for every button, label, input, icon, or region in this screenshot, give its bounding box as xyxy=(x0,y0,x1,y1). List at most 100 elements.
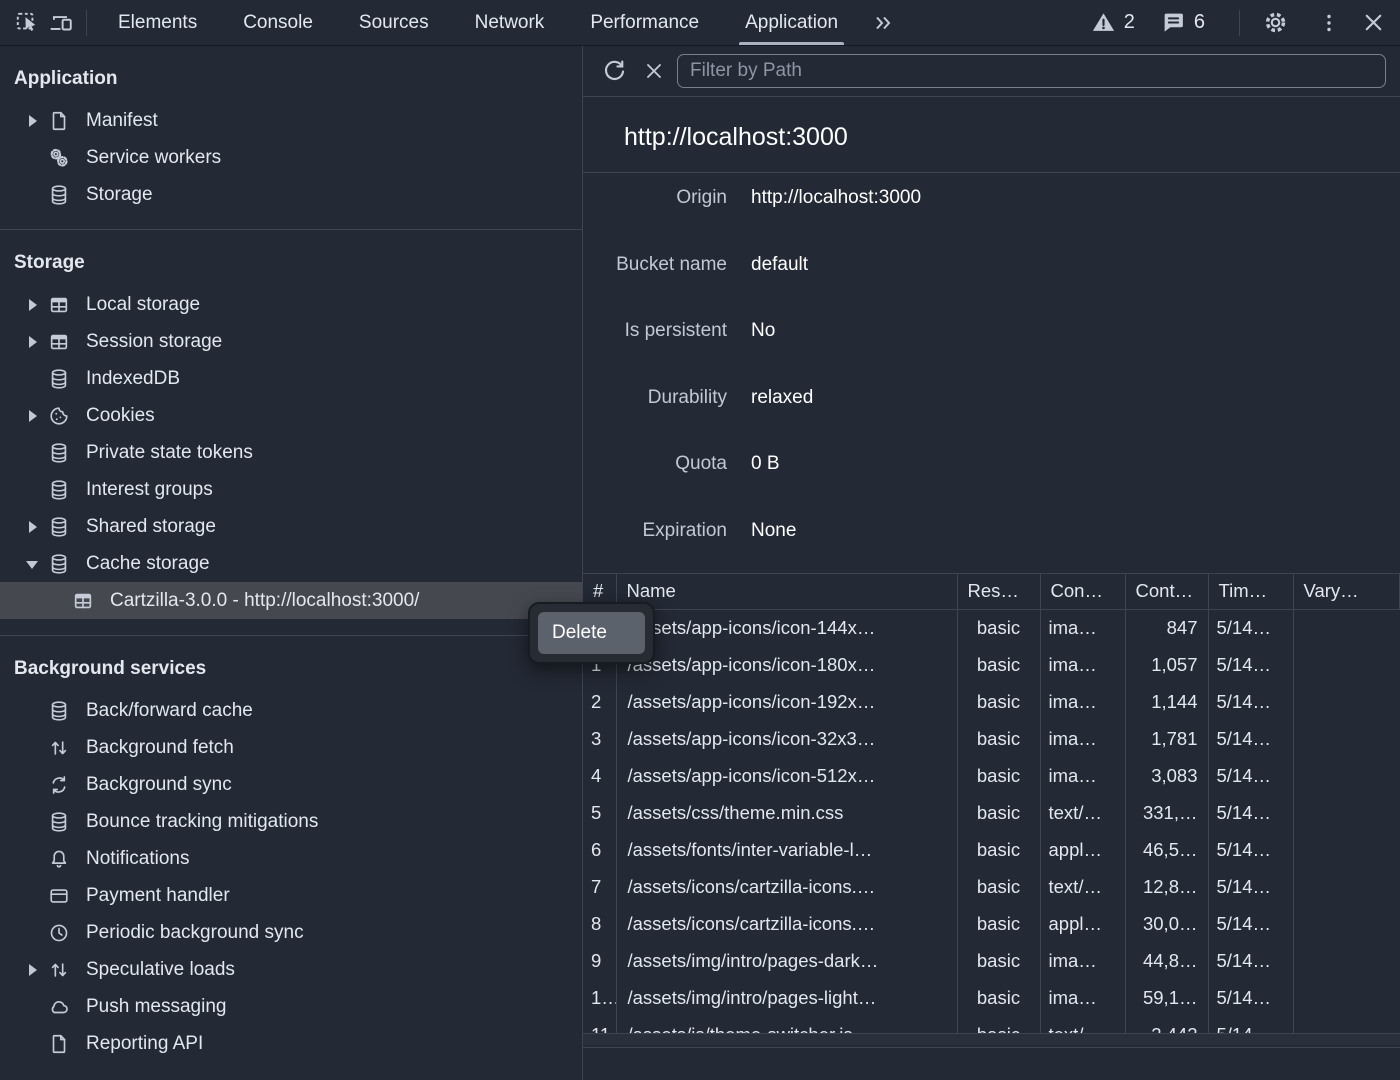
sidebar-item-periodic-background-sync[interactable]: Periodic background sync xyxy=(0,914,582,951)
cell-content-length: 331,… xyxy=(1125,794,1208,831)
disclosure-arrow[interactable] xyxy=(26,188,40,202)
sidebar-item-cache-storage[interactable]: Cache storage xyxy=(0,545,582,582)
inspect-cursor-icon xyxy=(14,10,40,36)
row-8[interactable]: 8 /assets/icons/cartzilla-icons.… basic … xyxy=(583,905,1399,942)
tab-network[interactable]: Network xyxy=(452,0,568,45)
disclosure-arrow[interactable] xyxy=(26,926,40,940)
col-name[interactable]: Name xyxy=(616,574,957,609)
col-res[interactable]: Res… xyxy=(957,574,1040,609)
tab-sources[interactable]: Sources xyxy=(336,0,452,45)
close-icon xyxy=(1361,10,1386,35)
row-5[interactable]: 5 /assets/css/theme.min.css basic text/…… xyxy=(583,794,1399,831)
sidebar-item-push-messaging[interactable]: Push messaging xyxy=(0,988,582,1025)
metadata-label: Durability xyxy=(583,387,727,440)
col-tim[interactable]: Tim… xyxy=(1208,574,1293,609)
sidebar-item-storage[interactable]: Storage xyxy=(0,176,582,213)
clear-filter-button[interactable] xyxy=(637,54,671,88)
sync-icon xyxy=(48,774,70,796)
cell-name: /assets/icons/cartzilla-icons.… xyxy=(616,905,957,942)
row-11[interactable]: 11 /assets/js/theme-switcher.js basic te… xyxy=(583,1016,1399,1033)
sidebar-item-shared-storage[interactable]: Shared storage xyxy=(0,508,582,545)
cell-response-type: basic xyxy=(957,757,1040,794)
horizontal-scrollbar[interactable] xyxy=(583,1033,1400,1045)
cell-time-cached: 5/14… xyxy=(1208,683,1293,720)
sidebar-item-interest-groups[interactable]: Interest groups xyxy=(0,471,582,508)
tab-application[interactable]: Application xyxy=(722,0,861,45)
database-icon xyxy=(48,516,70,538)
disclosure-arrow[interactable] xyxy=(26,778,40,792)
col-vary[interactable]: Vary… xyxy=(1293,574,1399,609)
disclosure-arrow[interactable] xyxy=(50,594,64,608)
row-2[interactable]: 2 /assets/app-icons/icon-192x… basic ima… xyxy=(583,683,1399,720)
sidebar-item-manifest[interactable]: Manifest xyxy=(0,102,582,139)
row-3[interactable]: 3 /assets/app-icons/icon-32x3… basic ima… xyxy=(583,720,1399,757)
context-menu-item-delete[interactable]: Delete xyxy=(538,612,645,654)
settings-button[interactable] xyxy=(1258,6,1292,40)
sidebar-item-indexeddb[interactable]: IndexedDB xyxy=(0,360,582,397)
sidebar-item-cookies[interactable]: Cookies xyxy=(0,397,582,434)
filter-by-path-input[interactable] xyxy=(677,54,1386,88)
disclosure-arrow[interactable] xyxy=(26,520,40,534)
disclosure-arrow[interactable] xyxy=(26,889,40,903)
disclosure-arrow[interactable] xyxy=(26,446,40,460)
disclosure-arrow[interactable] xyxy=(26,372,40,386)
sidebar-item-notifications[interactable]: Notifications xyxy=(0,840,582,877)
disclosure-arrow[interactable] xyxy=(26,409,40,423)
row-0[interactable]: 0 /assets/app-icons/icon-144x… basic ima… xyxy=(583,609,1399,646)
sidebar-item-speculative-loads[interactable]: Speculative loads xyxy=(0,951,582,988)
disclosure-arrow[interactable] xyxy=(26,557,40,571)
refresh-button[interactable] xyxy=(597,54,631,88)
tab-performance[interactable]: Performance xyxy=(567,0,722,45)
disclosure-arrow[interactable] xyxy=(26,483,40,497)
cache-entries-table: # Name Res… Con… Cont… Tim… Vary… xyxy=(583,573,1400,1033)
more-options-button[interactable] xyxy=(1312,6,1346,40)
col-cont[interactable]: Cont… xyxy=(1125,574,1208,609)
disclosure-arrow[interactable] xyxy=(26,963,40,977)
cell-number: 4 xyxy=(583,757,616,794)
col-con[interactable]: Con… xyxy=(1040,574,1125,609)
sidebar-item-background-sync[interactable]: Background sync xyxy=(0,766,582,803)
cell-vary-header xyxy=(1293,868,1399,905)
row-7[interactable]: 7 /assets/icons/cartzilla-icons.… basic … xyxy=(583,868,1399,905)
row-1[interactable]: 1… /assets/img/intro/pages-light… basic … xyxy=(583,979,1399,1016)
sidebar-item-back-forward-cache[interactable]: Back/forward cache xyxy=(0,692,582,729)
database-icon xyxy=(48,442,70,464)
tab-console[interactable]: Console xyxy=(220,0,336,45)
disclosure-arrow[interactable] xyxy=(26,1037,40,1051)
disclosure-arrow[interactable] xyxy=(26,852,40,866)
sidebar-item-cartzilla-3-0-0-http-localhost-3000[interactable]: Cartzilla-3.0.0 - http://localhost:3000/ xyxy=(0,582,582,619)
console-messages-badge[interactable]: 6 xyxy=(1161,10,1205,35)
row-9[interactable]: 9 /assets/img/intro/pages-dark… basic im… xyxy=(583,942,1399,979)
sidebar-item-background-fetch[interactable]: Background fetch xyxy=(0,729,582,766)
sidebar-item-session-storage[interactable]: Session storage xyxy=(0,323,582,360)
sidebar-item-bounce-tracking-mitigations[interactable]: Bounce tracking mitigations xyxy=(0,803,582,840)
disclosure-arrow[interactable] xyxy=(26,704,40,718)
cell-content-type: ima… xyxy=(1040,720,1125,757)
disclosure-arrow[interactable] xyxy=(26,114,40,128)
disclosure-arrow[interactable] xyxy=(26,1000,40,1014)
cell-name: /assets/app-icons/icon-32x3… xyxy=(616,720,957,757)
row-6[interactable]: 6 /assets/fonts/inter-variable-l… basic … xyxy=(583,831,1399,868)
more-tabs-button[interactable] xyxy=(861,0,905,45)
sidebar-item-payment-handler[interactable]: Payment handler xyxy=(0,877,582,914)
device-toolbar-button[interactable] xyxy=(44,6,78,40)
cell-content-length: 12,8… xyxy=(1125,868,1208,905)
sidebar-item-local-storage[interactable]: Local storage xyxy=(0,286,582,323)
sidebar-item-reporting-api[interactable]: Reporting API xyxy=(0,1025,582,1062)
close-devtools-button[interactable] xyxy=(1356,6,1390,40)
sidebar-item-service-workers[interactable]: Service workers xyxy=(0,139,582,176)
warnings-badge[interactable]: 2 xyxy=(1091,10,1135,35)
disclosure-arrow[interactable] xyxy=(26,298,40,312)
row-1[interactable]: 1 /assets/app-icons/icon-180x… basic ima… xyxy=(583,646,1399,683)
sidebar-item-private-state-tokens[interactable]: Private state tokens xyxy=(0,434,582,471)
disclosure-arrow[interactable] xyxy=(26,741,40,755)
disclosure-arrow[interactable] xyxy=(26,151,40,165)
inspect-element-button[interactable] xyxy=(10,6,44,40)
table-icon xyxy=(48,294,70,316)
row-4[interactable]: 4 /assets/app-icons/icon-512x… basic ima… xyxy=(583,757,1399,794)
cell-number: 3 xyxy=(583,720,616,757)
cell-time-cached: 5/14… xyxy=(1208,794,1293,831)
disclosure-arrow[interactable] xyxy=(26,815,40,829)
tab-elements[interactable]: Elements xyxy=(95,0,220,45)
disclosure-arrow[interactable] xyxy=(26,335,40,349)
